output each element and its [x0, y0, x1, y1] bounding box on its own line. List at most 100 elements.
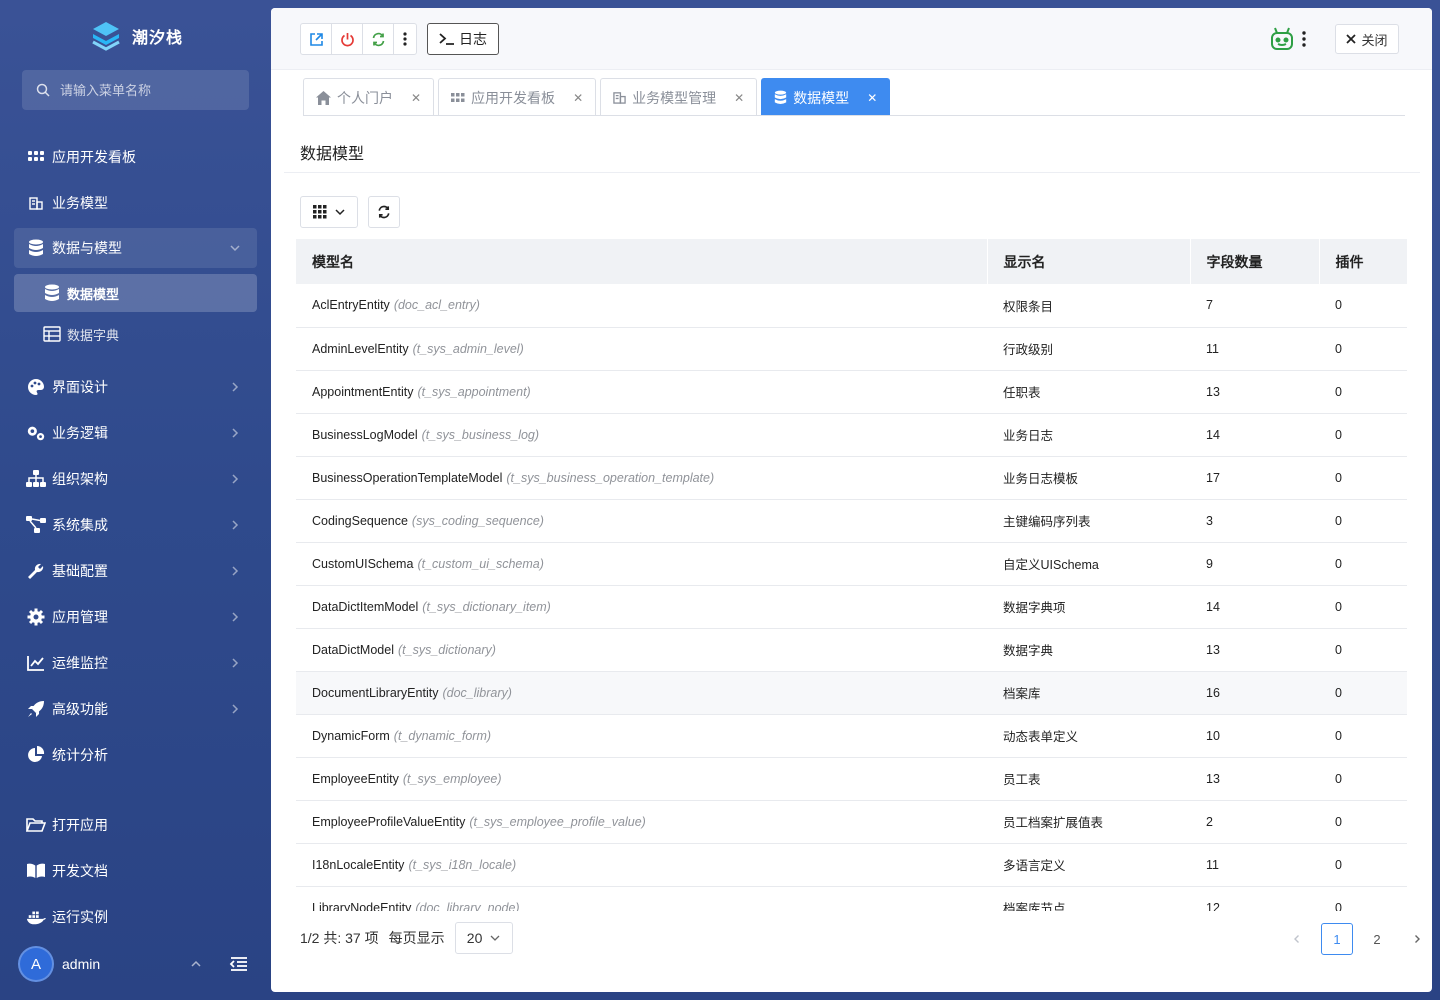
column-header-plugins[interactable]: 插件 — [1319, 239, 1407, 284]
chevron-right-icon — [232, 520, 239, 530]
sidebar-item-business-model[interactable]: 业务模型 — [14, 183, 257, 223]
tab-data-model[interactable]: 数据模型 ✕ — [761, 78, 891, 116]
avatar[interactable]: A — [18, 946, 54, 982]
column-header-model-name[interactable]: 模型名 — [296, 239, 988, 284]
plugin-count-cell: 0 — [1319, 843, 1407, 887]
tab-app-dashboard[interactable]: 应用开发看板 ✕ — [438, 78, 597, 116]
sidebar-item-ops-monitor[interactable]: 运维监控 — [14, 643, 257, 683]
sidebar-item-label: 系统集成 — [52, 517, 108, 533]
tab-personal-portal[interactable]: 个人门户 ✕ — [303, 78, 435, 116]
app-logo[interactable]: 潮汐栈 — [90, 20, 183, 52]
sidebar-item-app-mgmt[interactable]: 应用管理 — [14, 597, 257, 637]
database-icon — [775, 90, 787, 104]
table-row[interactable]: CodingSequence (sys_coding_sequence) 主键编码序… — [296, 499, 1407, 543]
data-model-table: 模型名 显示名 字段数量 插件 AclEntryEntity (doc_acl_e… — [296, 239, 1407, 911]
sidebar-item-dashboard[interactable]: 应用开发看板 — [14, 137, 257, 177]
model-name-cell: DocumentLibraryEntity (doc_library) — [296, 671, 987, 715]
sidebar-item-org[interactable]: 组织架构 — [14, 459, 257, 499]
model-name-cell: EmployeeProfileValueEntity (t_sys_employe… — [296, 800, 987, 844]
rocket-icon — [26, 699, 46, 719]
more-vertical-icon[interactable] — [1299, 30, 1309, 48]
share-nodes-icon — [26, 515, 46, 535]
docker-icon — [26, 907, 46, 927]
field-count-cell: 12 — [1190, 886, 1319, 911]
sidebar-item-running-instances[interactable]: 运行实例 — [14, 897, 257, 937]
table-row[interactable]: EmployeeEntity (t_sys_employee) 员工表 13 0 — [296, 757, 1407, 801]
user-bar[interactable]: A admin — [18, 946, 258, 982]
table-row[interactable]: AclEntryEntity (doc_acl_entry) 权限条目 7 0 — [296, 284, 1407, 328]
tab-close-icon[interactable]: ✕ — [411, 91, 421, 105]
sidebar-item-label: 业务逻辑 — [52, 425, 108, 441]
log-button[interactable]: 日志 — [427, 23, 499, 55]
folder-open-icon — [26, 815, 46, 835]
sidebar-item-advanced[interactable]: 高级功能 — [14, 689, 257, 729]
table-row[interactable]: DataDictModel (t_sys_dictionary) 数据字典 13 0 — [296, 628, 1407, 672]
sidebar-item-data-model[interactable]: 数据模型 — [14, 274, 257, 312]
sidebar-item-data-model-group[interactable]: 数据与模型 — [14, 228, 257, 268]
tab-business-model-mgmt[interactable]: 业务模型管理 ✕ — [600, 78, 758, 116]
model-name-cell: BusinessOperationTemplateModel (t_sys_bus… — [296, 456, 987, 500]
table-name: (t_sys_admin_level) — [412, 341, 524, 356]
page-size-value: 20 — [466, 930, 483, 946]
grid-icon — [313, 205, 327, 219]
tab-close-icon[interactable]: ✕ — [573, 91, 583, 105]
sidebar-item-label: 打开应用 — [52, 817, 108, 833]
column-header-field-count[interactable]: 字段数量 — [1190, 239, 1320, 284]
next-page-button[interactable] — [1401, 923, 1432, 955]
table-row[interactable]: CustomUISchema (t_custom_ui_schema) 自定义UIS… — [296, 542, 1407, 586]
prev-page-button[interactable] — [1281, 923, 1313, 955]
chevron-left-icon — [1294, 935, 1299, 943]
table-name: (t_sys_i18n_locale) — [408, 857, 517, 872]
column-header-display-name[interactable]: 显示名 — [987, 239, 1191, 284]
plugin-count-cell: 0 — [1319, 284, 1407, 328]
plugin-count-cell: 0 — [1319, 327, 1407, 371]
sidebar-item-ui-design[interactable]: 界面设计 — [14, 367, 257, 407]
sidebar-item-stats[interactable]: 统计分析 — [14, 735, 257, 775]
table-row[interactable]: DynamicForm (t_dynamic_form) 动态表单定义 10 0 — [296, 714, 1407, 758]
chevron-right-icon — [1415, 935, 1420, 943]
close-button[interactable]: 关闭 — [1335, 24, 1399, 54]
field-count-cell: 3 — [1190, 499, 1319, 543]
chevron-up-icon[interactable] — [190, 958, 202, 970]
user-name[interactable]: admin — [62, 956, 100, 972]
sidebar-item-label: 数据模型 — [67, 286, 120, 302]
sidebar-item-integration[interactable]: 系统集成 — [14, 505, 257, 545]
table-row[interactable]: I18nLocaleEntity (t_sys_i18n_locale) 多语言定义… — [296, 843, 1407, 887]
table-row[interactable]: BusinessLogModel (t_sys_business_log) 业务日志… — [296, 413, 1407, 457]
table-row[interactable]: AdminLevelEntity (t_sys_admin_level) 行政级别 1… — [296, 327, 1407, 371]
menu-search-input[interactable] — [60, 82, 240, 98]
refresh-table-button[interactable] — [368, 196, 400, 228]
table-row[interactable]: AppointmentEntity (t_sys_appointment) 任职表 1… — [296, 370, 1407, 414]
table-row[interactable]: BusinessOperationTemplateModel (t_sys_bus… — [296, 456, 1407, 500]
sidebar-item-dev-docs[interactable]: 开发文档 — [14, 851, 257, 891]
tab-close-icon[interactable]: ✕ — [734, 91, 744, 105]
tab-close-icon[interactable]: ✕ — [867, 91, 877, 105]
sidebar-item-business-logic[interactable]: 业务逻辑 — [14, 413, 257, 453]
field-count-cell: 17 — [1190, 456, 1319, 500]
table-row[interactable]: DocumentLibraryEntity (doc_library) 档案库 16 0 — [296, 671, 1407, 715]
plugin-count-cell: 0 — [1319, 413, 1407, 457]
page-size-select[interactable]: 20 — [454, 922, 513, 954]
reload-button[interactable] — [363, 24, 394, 54]
page-button-2[interactable]: 2 — [1361, 923, 1393, 955]
sidebar-item-basic-config[interactable]: 基础配置 — [14, 551, 257, 591]
sidebar-item-open-app[interactable]: 打开应用 — [14, 805, 257, 845]
model-name-cell: LibraryNodeEntity (doc_library_node) — [296, 886, 987, 911]
table-row[interactable]: DataDictItemModel (t_sys_dictionary_item)… — [296, 585, 1407, 629]
page-button-1[interactable]: 1 — [1321, 923, 1353, 955]
power-button[interactable] — [332, 24, 363, 54]
menu-search[interactable] — [22, 70, 249, 110]
menu-collapse-icon[interactable] — [229, 954, 249, 974]
sidebar-item-data-dict[interactable]: 数据字典 — [14, 315, 257, 353]
sidebar: 潮汐栈 应用开发看板 业务模型 数据与模型 数据模型 — [0, 0, 271, 1000]
open-external-button[interactable] — [301, 24, 332, 54]
table-row[interactable]: EmployeeProfileValueEntity (t_sys_employe… — [296, 800, 1407, 844]
android-robot-icon[interactable] — [1269, 26, 1295, 52]
table-row[interactable]: LibraryNodeEntity (doc_library_node) 档案库节点… — [296, 886, 1407, 911]
table-name: (t_custom_ui_schema) — [417, 556, 544, 571]
column-settings-button[interactable] — [300, 196, 358, 228]
tab-bar: 个人门户 ✕ 应用开发看板 ✕ 业务模型管理 ✕ 数据模型 ✕ — [303, 78, 891, 116]
more-actions-button[interactable] — [394, 24, 416, 54]
tab-divider — [303, 115, 1405, 116]
page-size-label: 每页显示 — [388, 930, 445, 946]
